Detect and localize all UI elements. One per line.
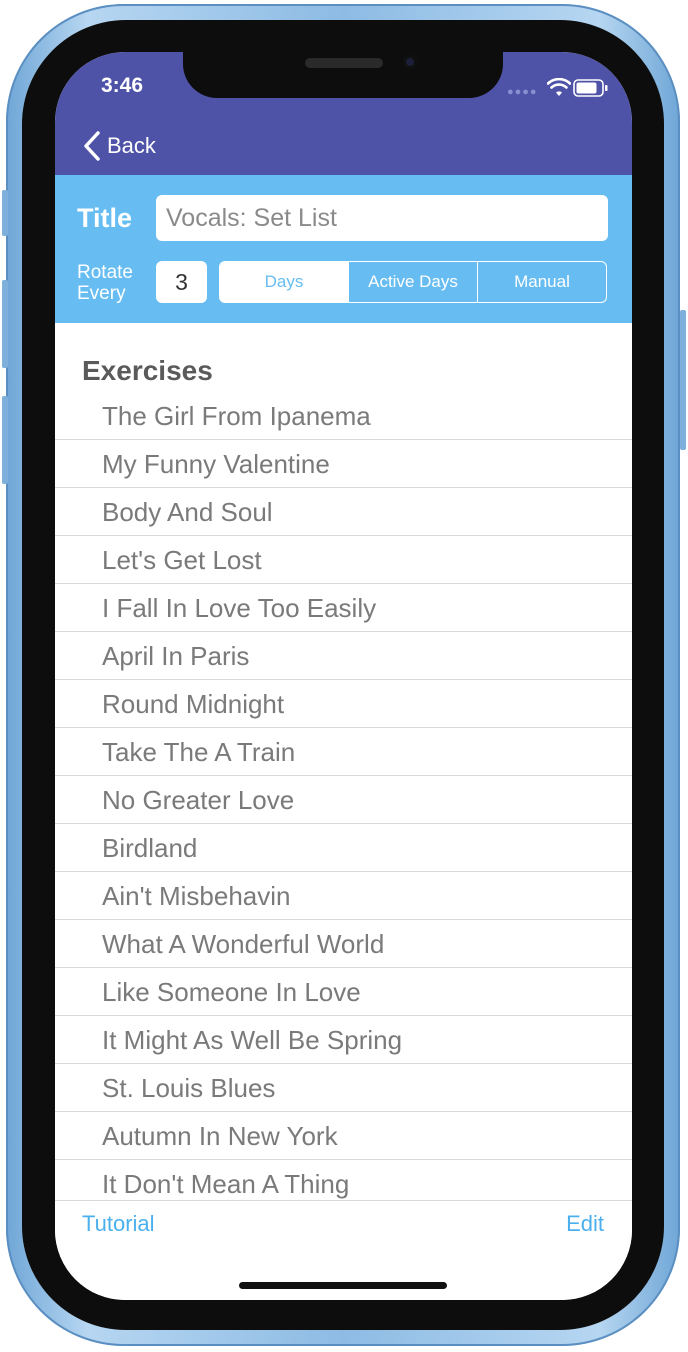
- list-item[interactable]: What A Wonderful World: [55, 920, 632, 968]
- segment-days[interactable]: Days: [220, 262, 348, 302]
- battery-icon: [573, 79, 608, 97]
- volume-down-button: [2, 396, 8, 484]
- list-item-label: Autumn In New York: [102, 1121, 338, 1151]
- title-label: Title: [77, 203, 133, 233]
- front-camera: [403, 55, 417, 69]
- rotate-every-label: Rotate Every: [77, 262, 133, 304]
- volume-up-button: [2, 280, 8, 368]
- list-item[interactable]: It Might As Well Be Spring: [55, 1016, 632, 1064]
- list-item[interactable]: Take The A Train: [55, 728, 632, 776]
- list-item-label: Let's Get Lost: [102, 545, 262, 575]
- list-item-label: No Greater Love: [102, 785, 295, 815]
- list-item-label: Ain't Misbehavin: [102, 881, 291, 911]
- rotation-mode-segmented-control: Days Active Days Manual: [219, 261, 607, 303]
- list-item[interactable]: Autumn In New York: [55, 1112, 632, 1160]
- list-item-label: I Fall In Love Too Easily: [102, 593, 377, 623]
- list-item-label: April In Paris: [102, 641, 250, 671]
- list-item[interactable]: Ain't Misbehavin: [55, 872, 632, 920]
- list-item-label: Body And Soul: [102, 497, 273, 527]
- list-item-label: Birdland: [102, 833, 198, 863]
- list-item[interactable]: Body And Soul: [55, 488, 632, 536]
- notch: [183, 52, 503, 98]
- segment-active-days[interactable]: Active Days: [348, 262, 477, 302]
- rotate-every-input[interactable]: 3: [156, 261, 207, 303]
- back-label: Back: [107, 133, 156, 158]
- signal-dots-icon: ●●●●: [507, 86, 538, 98]
- list-item-label: Round Midnight: [102, 689, 285, 719]
- exercise-list[interactable]: The Girl From Ipanema My Funny Valentine…: [55, 392, 632, 1200]
- navigation-bar: 3:46 ●●●● Back: [55, 52, 632, 175]
- title-input[interactable]: Vocals: Set List: [156, 195, 608, 241]
- list-item-label: It Might As Well Be Spring: [102, 1025, 403, 1055]
- list-item[interactable]: St. Louis Blues: [55, 1064, 632, 1112]
- back-button[interactable]: Back: [81, 128, 156, 164]
- home-indicator[interactable]: [239, 1282, 447, 1289]
- list-item-label: Take The A Train: [102, 737, 296, 767]
- list-item-label: It Don't Mean A Thing: [102, 1169, 350, 1199]
- list-item[interactable]: Like Someone In Love: [55, 968, 632, 1016]
- list-item[interactable]: Let's Get Lost: [55, 536, 632, 584]
- list-item[interactable]: It Don't Mean A Thing: [55, 1160, 632, 1200]
- list-item[interactable]: My Funny Valentine: [55, 440, 632, 488]
- list-item[interactable]: Birdland: [55, 824, 632, 872]
- wifi-icon: [547, 78, 571, 96]
- tutorial-button[interactable]: Tutorial: [82, 1211, 155, 1237]
- chevron-left-icon: [84, 131, 100, 161]
- list-item[interactable]: April In Paris: [55, 632, 632, 680]
- settings-panel: Title Vocals: Set List Rotate Every 3 Da…: [55, 175, 632, 323]
- list-item-label: What A Wonderful World: [102, 929, 385, 959]
- status-icons: ●●●●: [507, 78, 617, 98]
- list-item[interactable]: No Greater Love: [55, 776, 632, 824]
- status-time: 3:46: [101, 74, 144, 97]
- list-item-label: Like Someone In Love: [102, 977, 361, 1007]
- screen: 3:46 ●●●● Back Title Vocals: Set List Ro…: [55, 52, 632, 1300]
- list-item-label: My Funny Valentine: [102, 449, 330, 479]
- mute-switch: [2, 190, 8, 236]
- speaker-grille: [305, 58, 383, 68]
- list-item[interactable]: Round Midnight: [55, 680, 632, 728]
- list-item[interactable]: The Girl From Ipanema: [55, 392, 632, 440]
- exercises-heading: Exercises: [82, 355, 213, 386]
- list-item[interactable]: I Fall In Love Too Easily: [55, 584, 632, 632]
- list-item-label: St. Louis Blues: [102, 1073, 276, 1103]
- power-button: [680, 310, 686, 450]
- list-item-label: The Girl From Ipanema: [102, 401, 371, 431]
- title-input-value: Vocals: Set List: [166, 203, 337, 232]
- edit-button[interactable]: Edit: [566, 1211, 604, 1237]
- segment-manual[interactable]: Manual: [477, 262, 606, 302]
